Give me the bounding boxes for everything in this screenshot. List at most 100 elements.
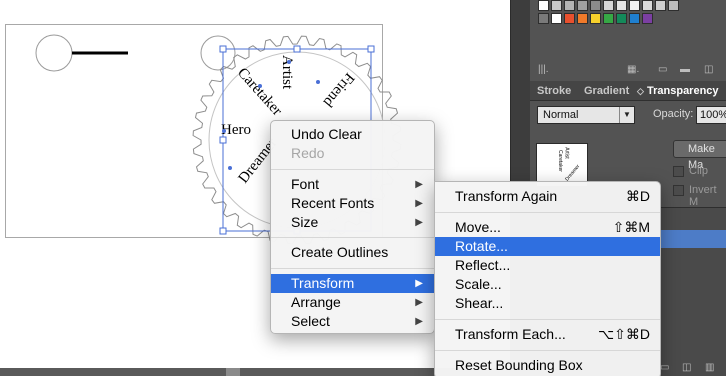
menu-item-label: Transform: [291, 275, 355, 291]
artwork-text-caretaker: Caretaker: [234, 65, 285, 119]
menu-item-reflect[interactable]: Reflect...: [435, 256, 660, 275]
menu-item-size[interactable]: Size ▶: [271, 213, 434, 232]
artwork-text-artist: Artist: [279, 55, 295, 90]
menu-item-label: Font: [291, 176, 320, 192]
small-circle-shape: [35, 34, 73, 72]
menu-item-rotate[interactable]: Rotate...: [435, 237, 660, 256]
thumbnail-art: Caretaker: [556, 150, 563, 172]
tab-transparency[interactable]: Transparency: [647, 82, 719, 100]
opacity-label: Opacity:: [653, 108, 694, 120]
menu-item-recent-fonts[interactable]: Recent Fonts ▶: [271, 194, 434, 213]
swatch-gray-10[interactable]: [668, 0, 679, 11]
new-color-group-icon[interactable]: ▬: [680, 64, 690, 75]
swatch-color-6[interactable]: [629, 13, 640, 24]
menu-item-scale[interactable]: Scale...: [435, 275, 660, 294]
menu-item-label: Rotate...: [455, 238, 508, 254]
dropdown-arrow-icon: ▼: [619, 107, 634, 123]
invert-mask-checkbox[interactable]: [673, 185, 684, 196]
tab-gradient[interactable]: Gradient: [584, 82, 629, 100]
tab-arrows-icon[interactable]: ◇: [637, 82, 644, 100]
swatch-gray-7[interactable]: [629, 0, 640, 11]
menu-item-font[interactable]: Font ▶: [271, 175, 434, 194]
menu-item-label: Undo Clear: [291, 126, 362, 142]
submenu-arrow-icon: ▶: [415, 217, 423, 228]
menu-item-label: Redo: [291, 145, 325, 161]
menu-separator: [435, 212, 660, 213]
menu-item-move[interactable]: Move... ⇧⌘M: [435, 218, 660, 237]
swatch-gray-1[interactable]: [551, 0, 562, 11]
swatch-gray-3[interactable]: [577, 0, 588, 11]
menu-item-undo-clear[interactable]: Undo Clear: [271, 125, 434, 144]
submenu-arrow-icon: ▶: [415, 278, 423, 289]
menu-item-transform-again[interactable]: Transform Again ⌘D: [435, 187, 660, 206]
opacity-input[interactable]: 100%: [696, 106, 726, 124]
menu-shortcut: ⌥⇧⌘D: [598, 326, 650, 342]
swatch-gray-9[interactable]: [655, 0, 666, 11]
swatch-gray-8[interactable]: [642, 0, 653, 11]
menu-item-reset-bounding-box[interactable]: Reset Bounding Box: [435, 356, 660, 375]
blend-mode-value: Normal: [543, 109, 579, 121]
trash-icon[interactable]: ▥: [705, 362, 714, 373]
layer-toolbar-icon-2[interactable]: ◫: [682, 362, 691, 373]
menu-item-label: Scale...: [455, 276, 502, 292]
swatch-color-5[interactable]: [616, 13, 627, 24]
layer-row-selected[interactable]: [660, 230, 726, 248]
swatch-color-4[interactable]: [603, 13, 614, 24]
swatch-gray-5[interactable]: [603, 0, 614, 11]
swatch-color-1[interactable]: [564, 13, 575, 24]
menu-item-shear[interactable]: Shear...: [435, 294, 660, 313]
swatch-library-icon[interactable]: |||.: [538, 64, 549, 75]
new-swatch-icon[interactable]: ◫: [704, 64, 713, 75]
menu-item-label: Size: [291, 214, 319, 230]
menu-item-label: Arrange: [291, 294, 341, 310]
artwork-text-friend: Friend: [319, 69, 357, 110]
menu-item-label: Select: [291, 313, 330, 329]
menu-item-label: Move...: [455, 219, 501, 235]
menu-separator: [435, 319, 660, 320]
make-mask-button[interactable]: Make Ma: [673, 140, 726, 171]
menu-item-label: Shear...: [455, 295, 504, 311]
menu-item-transform[interactable]: Transform ▶: [271, 274, 434, 293]
menu-item-create-outlines[interactable]: Create Outlines: [271, 243, 434, 262]
show-swatch-kinds-icon[interactable]: ▦.: [627, 64, 639, 75]
layer-toolbar-icon-1[interactable]: ▭: [660, 362, 669, 373]
menu-shortcut: ⌘D: [625, 188, 650, 204]
swatch-gray-4[interactable]: [590, 0, 601, 11]
submenu-arrow-icon: ▶: [415, 179, 423, 190]
menu-item-label: Reflect...: [455, 257, 511, 273]
thumbnail-art-3: Dreamer: [564, 163, 582, 183]
menu-shortcut: ⇧⌘M: [612, 219, 650, 235]
menu-separator: [271, 268, 434, 269]
swatch-color-3[interactable]: [590, 13, 601, 24]
menu-separator: [435, 350, 660, 351]
swatch-gray-6[interactable]: [616, 0, 627, 11]
menu-item-redo: Redo: [271, 144, 434, 163]
blend-mode-select[interactable]: Normal ▼: [537, 106, 635, 124]
menu-separator: [271, 169, 434, 170]
menu-item-label: Recent Fonts: [291, 195, 375, 211]
tab-stroke[interactable]: Stroke: [537, 82, 571, 100]
menu-item-label: Transform Again: [455, 188, 558, 204]
transform-submenu: Transform Again ⌘D Move... ⇧⌘M Rotate... R…: [434, 181, 661, 376]
clip-checkbox[interactable]: [673, 166, 684, 177]
swatch-options-icon[interactable]: ▭: [658, 64, 667, 75]
menu-separator: [271, 237, 434, 238]
menu-item-arrange[interactable]: Arrange ▶: [271, 293, 434, 312]
menu-item-label: Reset Bounding Box: [455, 357, 583, 373]
menu-item-label: Transform Each...: [455, 326, 566, 342]
thumbnail-art-2: Artist: [563, 147, 570, 159]
menu-item-select[interactable]: Select ▶: [271, 312, 434, 331]
swatch-none[interactable]: [538, 0, 549, 11]
menu-item-transform-each[interactable]: Transform Each... ⌥⇧⌘D: [435, 325, 660, 344]
swatch-color-2[interactable]: [577, 13, 588, 24]
swatch-gray-2[interactable]: [564, 0, 575, 11]
scrollbar-thumb[interactable]: [226, 368, 240, 376]
submenu-arrow-icon: ▶: [415, 316, 423, 327]
swatch-color-7[interactable]: [642, 13, 653, 24]
submenu-arrow-icon: ▶: [415, 297, 423, 308]
swatch-dark[interactable]: [538, 13, 549, 24]
clip-label: Clip: [689, 165, 708, 177]
swatch-white[interactable]: [551, 13, 562, 24]
second-circle-shape: [200, 35, 236, 71]
menu-item-label: Create Outlines: [291, 244, 389, 260]
